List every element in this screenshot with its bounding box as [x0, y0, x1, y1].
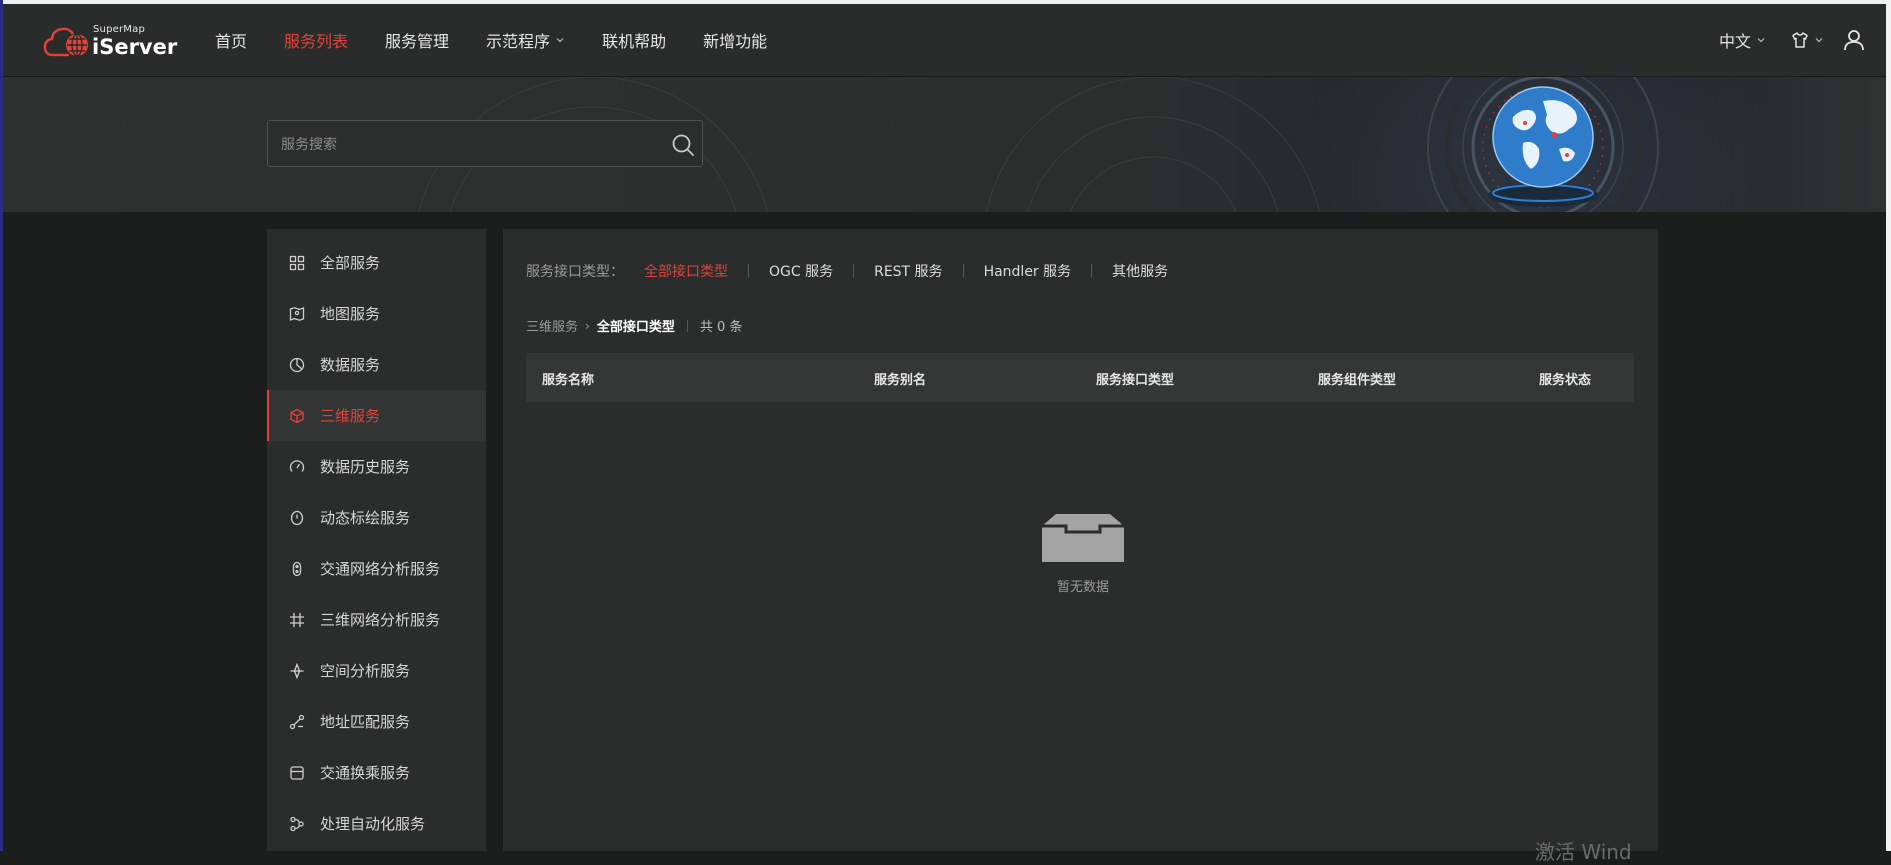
language-selector[interactable]: 中文 — [1719, 28, 1766, 52]
empty-text: 暂无数据 — [1056, 580, 1109, 595]
divider — [1091, 264, 1093, 278]
sidebar-item-3d-network-analysis[interactable]: 三维网络分析服务 — [267, 594, 486, 645]
search-icon[interactable] — [670, 132, 696, 158]
map-icon — [289, 306, 305, 322]
filter-all-interface-types[interactable]: 全部接口类型 — [644, 261, 728, 281]
empty-inbox-icon — [1042, 514, 1124, 562]
service-list-panel: 服务接口类型： 全部接口类型 OGC 服务 REST 服务 Handler 服务… — [503, 229, 1658, 851]
service-type-sidebar: 全部服务 地图服务 数据服务 三维服务 数据历史服务 动态标绘服务 交通网络分析… — [267, 229, 486, 851]
main-nav: 首页 服务列表 服务管理 示范程序 联机帮助 新增功能 — [215, 4, 804, 76]
logo-title: iServer — [92, 35, 178, 59]
workflow-icon — [289, 816, 305, 832]
hero-banner — [3, 77, 1886, 212]
sidebar-item-data-services[interactable]: 数据服务 — [267, 339, 486, 390]
chevron-down-icon — [556, 38, 564, 43]
service-search — [267, 120, 703, 168]
sidebar-item-spatial-analysis[interactable]: 空间分析服务 — [267, 645, 486, 696]
interface-type-filter: 服务接口类型： 全部接口类型 OGC 服务 REST 服务 Handler 服务… — [526, 261, 1168, 281]
nav-demo-programs[interactable]: 示范程序 — [486, 28, 565, 52]
nav-service-list[interactable]: 服务列表 — [284, 28, 348, 52]
sidebar-item-label: 数据历史服务 — [320, 458, 411, 476]
sidebar-item-traffic-network-analysis[interactable]: 交通网络分析服务 — [267, 543, 486, 594]
logo-subtitle: SuperMap — [93, 24, 146, 35]
search-input[interactable] — [268, 121, 663, 168]
filter-rest-services[interactable]: REST 服务 — [874, 261, 942, 281]
breadcrumb-current: 全部接口类型 — [596, 320, 675, 335]
column-header-service-alias[interactable]: 服务别名 — [874, 369, 926, 388]
divider — [853, 264, 855, 278]
sidebar-item-label: 全部服务 — [320, 254, 381, 272]
window-right-edge — [1886, 0, 1891, 851]
sidebar-item-map-services[interactable]: 地图服务 — [267, 288, 486, 339]
breadcrumb: 三维服务 › 全部接口类型 共 0 条 — [526, 316, 743, 336]
sidebar-item-label: 空间分析服务 — [320, 662, 411, 680]
column-header-service-name[interactable]: 服务名称 — [542, 369, 594, 388]
column-header-interface-type[interactable]: 服务接口类型 — [1096, 369, 1174, 388]
filter-other-services[interactable]: 其他服务 — [1112, 261, 1168, 281]
empty-state: 暂无数据 — [1033, 514, 1133, 595]
sidebar-item-label: 处理自动化服务 — [320, 815, 426, 833]
nav-online-help[interactable]: 联机帮助 — [602, 28, 666, 52]
chevron-down-icon — [1815, 38, 1823, 43]
sidebar-item-data-history-services[interactable]: 数据历史服务 — [267, 441, 486, 492]
top-navbar: SuperMap iServer 首页 服务列表 服务管理 示范程序 联机帮助 … — [3, 4, 1886, 77]
route-icon — [289, 561, 305, 577]
transit-icon — [289, 765, 305, 781]
nav-new-features-label: 新增功能 — [703, 32, 768, 51]
plot-icon — [289, 510, 305, 526]
sidebar-item-3d-services[interactable]: 三维服务 — [267, 390, 486, 441]
result-count: 共 0 条 — [699, 320, 743, 335]
address-icon — [289, 714, 305, 730]
sidebar-item-label: 地图服务 — [320, 305, 381, 323]
sidebar-item-label: 地址匹配服务 — [320, 713, 411, 731]
sidebar-item-label: 三维网络分析服务 — [320, 611, 441, 629]
nav-new-features[interactable]: 新增功能 — [703, 28, 767, 52]
grid-icon — [289, 255, 305, 271]
user-icon — [1844, 30, 1864, 51]
mesh-icon — [289, 612, 305, 628]
table-header: 服务名称 服务别名 服务接口类型 服务组件类型 服务状态 — [526, 353, 1634, 402]
column-header-service-status[interactable]: 服务状态 — [1539, 369, 1591, 388]
supermap-logo[interactable]: SuperMap iServer — [43, 20, 177, 64]
sidebar-item-label: 数据服务 — [320, 356, 381, 374]
sidebar-item-transit-transfer[interactable]: 交通换乘服务 — [267, 747, 486, 798]
cube-icon — [289, 408, 305, 424]
filter-handler-services[interactable]: Handler 服务 — [984, 261, 1072, 281]
tshirt-icon — [1792, 32, 1808, 48]
divider — [686, 319, 688, 332]
nav-demo-programs-label: 示范程序 — [486, 32, 551, 51]
filter-label: 服务接口类型： — [526, 264, 624, 280]
nav-service-management-label: 服务管理 — [385, 32, 450, 51]
sidebar-item-processing-automation[interactable]: 处理自动化服务 — [267, 798, 486, 849]
column-header-component-type[interactable]: 服务组件类型 — [1318, 369, 1396, 388]
theme-switcher[interactable] — [1790, 30, 1824, 50]
header-actions: 中文 — [1719, 4, 1866, 76]
divider — [748, 264, 749, 278]
nav-home[interactable]: 首页 — [215, 28, 247, 52]
nav-service-list-label: 服务列表 — [284, 32, 349, 51]
sidebar-item-address-matching[interactable]: 地址匹配服务 — [267, 696, 486, 747]
sidebar-item-label: 交通换乘服务 — [320, 764, 411, 782]
breadcrumb-parent[interactable]: 三维服务 — [526, 316, 578, 335]
chevron-down-icon — [1757, 38, 1765, 43]
user-menu[interactable] — [1842, 28, 1866, 52]
nav-online-help-label: 联机帮助 — [602, 32, 667, 51]
nav-home-label: 首页 — [215, 32, 248, 51]
pie-chart-icon — [289, 357, 305, 373]
divider — [962, 264, 964, 278]
compass-icon — [289, 662, 305, 679]
filter-ogc-services[interactable]: OGC 服务 — [769, 261, 833, 281]
sidebar-item-label: 动态标绘服务 — [320, 509, 411, 527]
sidebar-item-label: 三维服务 — [320, 407, 381, 425]
sidebar-item-all-services[interactable]: 全部服务 — [267, 237, 486, 288]
nav-service-management[interactable]: 服务管理 — [385, 28, 449, 52]
cloud-globe-icon — [43, 27, 88, 57]
sidebar-item-dynamic-plot-services[interactable]: 动态标绘服务 — [267, 492, 486, 543]
sidebar-item-label: 交通网络分析服务 — [320, 560, 441, 578]
chevron-right-icon: › — [585, 318, 590, 333]
language-label: 中文 — [1718, 32, 1751, 51]
gauge-icon — [289, 459, 305, 475]
